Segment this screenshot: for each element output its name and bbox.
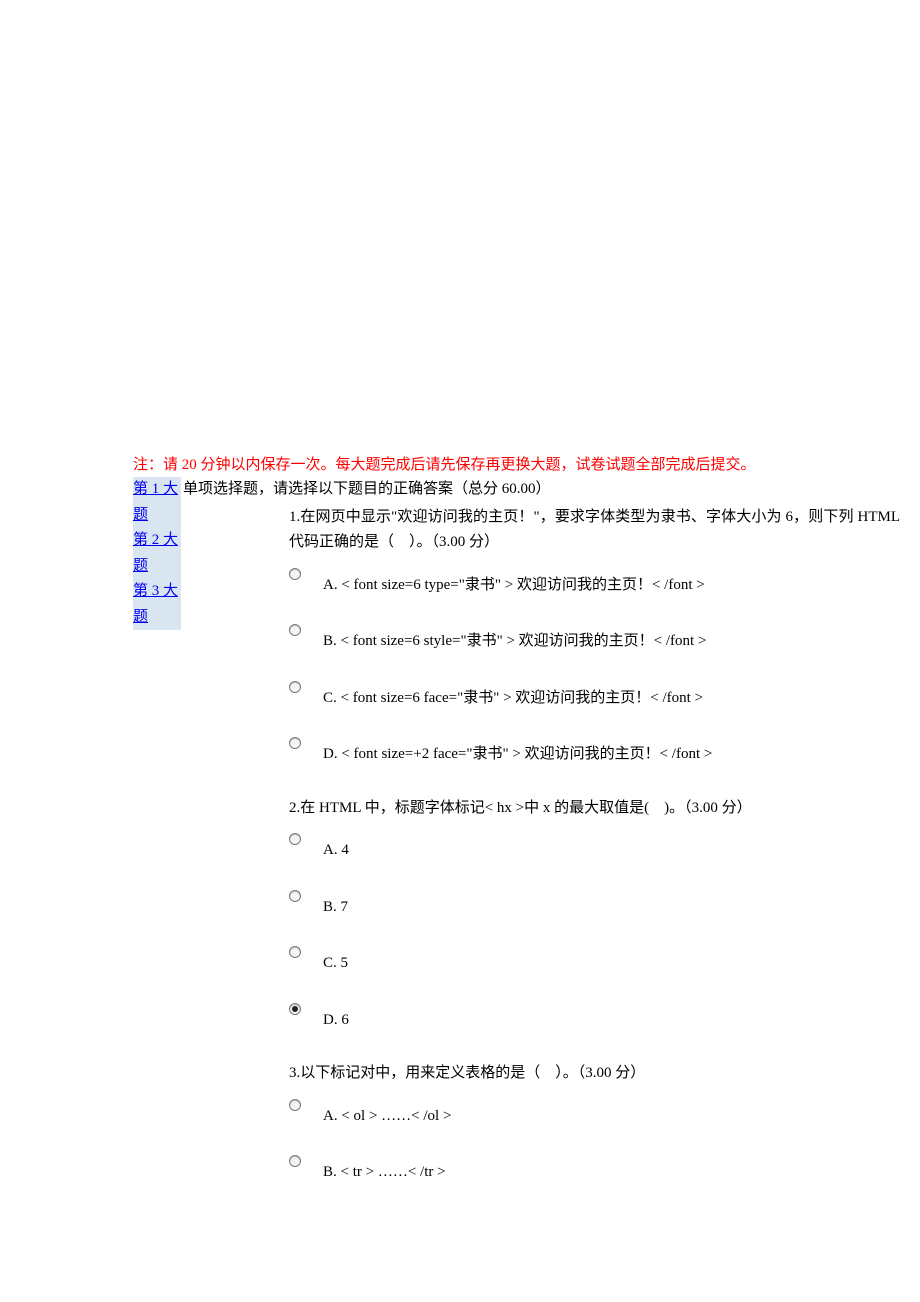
option-row[interactable]: C. 5 — [289, 944, 900, 975]
question-stem: 1.在网页中显示"欢迎访问我的主页！"，要求字体类型为隶书、字体大小为 6，则下… — [289, 505, 900, 556]
option-text: A. < ol > ……< /ol > — [301, 1097, 451, 1128]
radio-icon[interactable] — [289, 946, 301, 958]
option-text: D. 6 — [301, 1001, 349, 1032]
option-text: B. < tr > ……< /tr > — [301, 1153, 446, 1184]
option-text: C. < font size=6 face="隶书" > 欢迎访问我的主页！< … — [301, 679, 703, 710]
option-row[interactable]: C. < font size=6 face="隶书" > 欢迎访问我的主页！< … — [289, 679, 900, 710]
radio-icon[interactable] — [289, 568, 301, 580]
question-stem: 3.以下标记对中，用来定义表格的是（ ）。（3.00 分） — [289, 1061, 900, 1087]
radio-icon[interactable] — [289, 624, 301, 636]
option-text: D. < font size=+2 face="隶书" > 欢迎访问我的主页！<… — [301, 735, 712, 766]
option-text: B. < font size=6 style="隶书" > 欢迎访问我的主页！<… — [301, 622, 706, 653]
questions-area: 1.在网页中显示"欢迎访问我的主页！"，要求字体类型为隶书、字体大小为 6，则下… — [183, 505, 920, 1184]
radio-icon[interactable] — [289, 833, 301, 845]
option-row[interactable]: D. < font size=+2 face="隶书" > 欢迎访问我的主页！<… — [289, 735, 900, 766]
radio-icon[interactable] — [289, 1099, 301, 1111]
radio-icon[interactable] — [289, 681, 301, 693]
option-row[interactable]: B. 7 — [289, 888, 900, 919]
section-header: 单项选择题，请选择以下题目的正确答案（总分 60.00） — [183, 477, 920, 503]
question-stem: 2.在 HTML 中，标题字体标记< hx >中 x 的最大取值是( )。（3.… — [289, 796, 900, 822]
option-text: A. 4 — [301, 831, 349, 862]
option-text: C. 5 — [301, 944, 348, 975]
option-row[interactable]: B. < tr > ……< /tr > — [289, 1153, 900, 1184]
save-notice: 注：请 20 分钟以内保存一次。每大题完成后请先保存再更换大题，试卷试题全部完成… — [133, 453, 920, 477]
option-text: A. < font size=6 type="隶书" > 欢迎访问我的主页！< … — [301, 566, 705, 597]
question-3: 3.以下标记对中，用来定义表格的是（ ）。（3.00 分） A. < ol > … — [289, 1061, 900, 1184]
option-text: B. 7 — [301, 888, 348, 919]
radio-icon[interactable] — [289, 1003, 301, 1015]
radio-icon[interactable] — [289, 1155, 301, 1167]
nav-link-section-2[interactable]: 第 2 大题 — [133, 532, 178, 574]
option-row[interactable]: A. 4 — [289, 831, 900, 862]
question-2: 2.在 HTML 中，标题字体标记< hx >中 x 的最大取值是( )。（3.… — [289, 796, 900, 1032]
nav-link-section-1[interactable]: 第 1 大题 — [133, 481, 178, 523]
section-nav: 第 1 大题 第 2 大题 第 3 大题 — [133, 477, 181, 630]
radio-icon[interactable] — [289, 737, 301, 749]
option-row[interactable]: D. 6 — [289, 1001, 900, 1032]
option-row[interactable]: A. < font size=6 type="隶书" > 欢迎访问我的主页！< … — [289, 566, 900, 597]
option-row[interactable]: A. < ol > ……< /ol > — [289, 1097, 900, 1128]
option-row[interactable]: B. < font size=6 style="隶书" > 欢迎访问我的主页！<… — [289, 622, 900, 653]
question-1: 1.在网页中显示"欢迎访问我的主页！"，要求字体类型为隶书、字体大小为 6，则下… — [289, 505, 900, 766]
nav-link-section-3[interactable]: 第 3 大题 — [133, 583, 178, 625]
radio-icon[interactable] — [289, 890, 301, 902]
